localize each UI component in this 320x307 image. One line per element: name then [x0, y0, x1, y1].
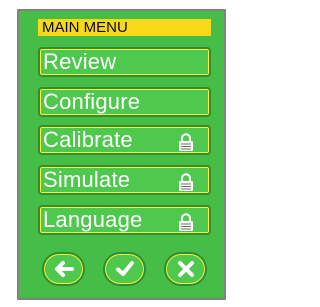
cancel-button[interactable] — [164, 252, 207, 286]
main-menu-screen: MAIN MENU Review Configure Calibrate Sim… — [17, 9, 226, 300]
lock-icon — [179, 133, 193, 151]
lock-icon — [179, 213, 193, 231]
menu-item-label: Language — [43, 207, 143, 232]
back-button[interactable] — [42, 252, 85, 286]
menu-item-configure[interactable]: Configure — [38, 87, 211, 117]
close-icon — [177, 261, 194, 277]
menu-title: MAIN MENU — [38, 19, 211, 36]
menu-item-language[interactable]: Language — [38, 205, 211, 235]
confirm-button[interactable] — [103, 252, 146, 286]
navigation-buttons — [42, 252, 207, 286]
menu-item-review[interactable]: Review — [38, 47, 211, 77]
menu-item-simulate[interactable]: Simulate — [38, 165, 211, 195]
checkmark-icon — [115, 261, 134, 276]
menu-item-label: Configure — [43, 89, 141, 114]
lock-icon — [179, 173, 193, 191]
menu-item-label: Calibrate — [43, 127, 133, 152]
menu-item-calibrate[interactable]: Calibrate — [38, 125, 211, 155]
menu-item-label: Review — [43, 49, 117, 74]
menu-item-label: Simulate — [43, 167, 131, 192]
back-arrow-icon — [54, 261, 74, 277]
